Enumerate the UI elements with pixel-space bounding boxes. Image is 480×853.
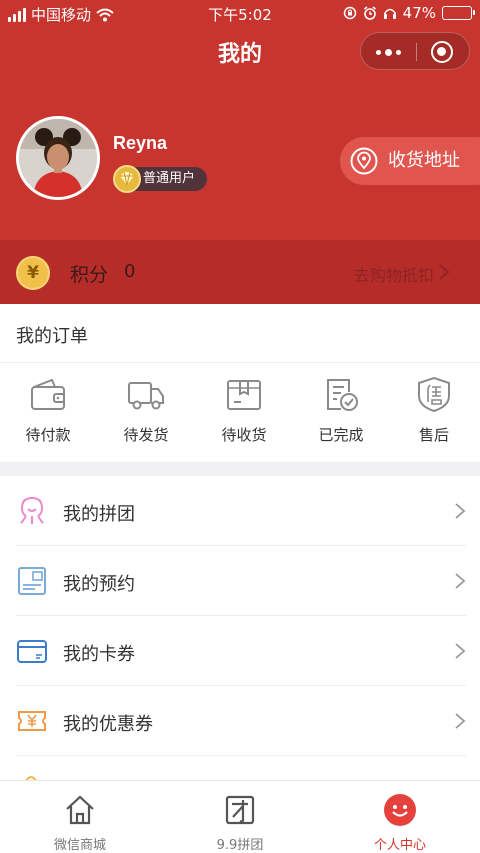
menu-item-coupons[interactable]: 我的优惠券 [16, 686, 466, 756]
battery-icon [442, 6, 475, 20]
group-tab-icon [225, 795, 255, 825]
shipping-address-button[interactable]: 收货地址 [340, 137, 480, 185]
tab-label: 微信商城 [53, 838, 106, 853]
member-level-label: 普通用户 [143, 171, 196, 186]
order-status-label: 待付款 [25, 426, 71, 444]
tab-label: 9.9拼团 [216, 838, 264, 853]
package-icon [227, 380, 261, 410]
home-icon [66, 795, 94, 825]
menu-item-reservation[interactable]: 我的预约 [16, 546, 466, 616]
menu-item-group-buy[interactable]: 我的拼团 [16, 476, 466, 546]
location-pin-icon [350, 147, 378, 175]
menu-item-label: 我的预约 [63, 574, 135, 595]
menu-item-cards[interactable]: 我的卡券 [16, 616, 466, 686]
redeem-points-link[interactable]: 去购物抵扣 [354, 262, 434, 286]
username: Reyna [113, 133, 168, 153]
order-pending-payment[interactable]: 待付款 [0, 374, 96, 445]
points-label: 积分 [70, 264, 109, 286]
order-pending-receipt[interactable]: 待收货 [196, 374, 292, 445]
tab-wechat-mall[interactable]: 微信商城 [0, 781, 160, 853]
menu-item-label: 我的拼团 [63, 504, 135, 525]
points-bar: ¥ 积分 0 去购物抵扣 [0, 240, 480, 304]
order-status-label: 售后 [418, 426, 449, 444]
chevron-right-icon [455, 713, 466, 729]
group-buy-icon [20, 497, 44, 524]
order-status-label: 待收货 [221, 426, 267, 444]
reservation-icon [18, 567, 46, 595]
order-status-label: 待发货 [123, 426, 169, 444]
smile-face-icon [384, 794, 416, 826]
order-after-sales[interactable]: 售后 [386, 374, 480, 445]
status-bar: 中国移动 下午5:02 47% [0, 0, 480, 28]
points-coin-icon: ¥ [16, 256, 50, 290]
truck-icon [128, 382, 164, 410]
my-orders-title: 我的订单 [16, 326, 88, 347]
tab-group-buy[interactable]: 9.9拼团 [160, 781, 320, 853]
lock-rotation-icon [343, 6, 356, 20]
avatar-photo [19, 119, 97, 197]
divider [0, 362, 480, 363]
order-completed[interactable]: 已完成 [293, 374, 389, 445]
tab-personal-center[interactable]: 个人中心 [320, 781, 480, 853]
chevron-right-icon [455, 643, 466, 659]
vip-diamond-icon [113, 165, 141, 193]
alarm-icon [363, 6, 376, 20]
coupon-icon [18, 711, 46, 731]
card-icon [17, 640, 47, 663]
profile-header: 中国移动 下午5:02 47% 我的 Reyna 普通用户 收货地址 ¥ 积分 … [0, 0, 480, 304]
wallet-icon [31, 378, 65, 410]
close-mini-program-button[interactable] [431, 41, 453, 63]
bottom-tab-bar: 微信商城 9.9拼团 个人中心 [0, 780, 480, 853]
headphones-icon [383, 8, 396, 19]
section-divider [0, 462, 480, 476]
menu-item-label: 我的卡券 [63, 644, 135, 665]
battery-percent: 47% [402, 4, 436, 22]
chevron-right-icon [455, 573, 466, 589]
shipping-address-label: 收货地址 [388, 150, 460, 171]
member-level-badge: 普通用户 [113, 165, 208, 193]
order-status-label: 已完成 [318, 426, 364, 444]
after-sales-shield-icon [418, 376, 450, 413]
points-value: 0 [124, 261, 136, 282]
tab-label: 个人中心 [373, 838, 426, 853]
completed-doc-icon [327, 379, 358, 411]
chevron-right-icon[interactable] [436, 262, 452, 282]
avatar[interactable] [16, 116, 100, 200]
order-pending-shipment[interactable]: 待发货 [98, 374, 194, 445]
menu-item-label: 我的优惠券 [63, 714, 153, 735]
chevron-right-icon [455, 503, 466, 519]
mini-program-capsule [360, 32, 470, 70]
more-options-button[interactable] [361, 33, 416, 71]
